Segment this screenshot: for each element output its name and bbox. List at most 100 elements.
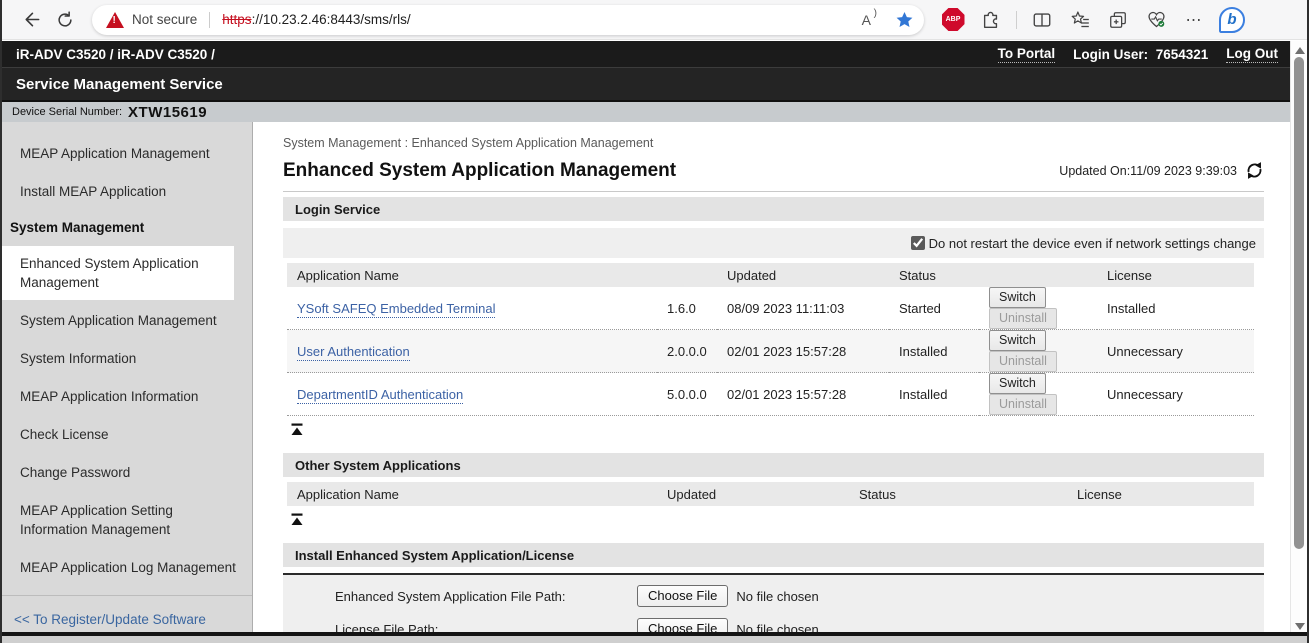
toolbar-extension-icons: ABP ⋯ b <box>938 5 1247 35</box>
address-bar[interactable]: Not secure https://10.23.2.46:8443/sms/r… <box>92 5 924 35</box>
table-row: User Authentication 2.0.0.0 02/01 2023 1… <box>287 330 1254 373</box>
uninstall-button[interactable]: Uninstall <box>989 351 1057 372</box>
app-updated: 02/01 2023 15:57:28 <box>717 373 889 416</box>
table-row: DepartmentID Authentication 5.0.0.0 02/0… <box>287 373 1254 416</box>
divider <box>1016 11 1017 29</box>
logout-link[interactable]: Log Out <box>1226 46 1278 63</box>
collections-icon[interactable] <box>1103 5 1133 35</box>
column-license: License <box>1067 482 1254 506</box>
sidebar-item-system-information[interactable]: System Information <box>2 341 252 376</box>
column-actions <box>979 263 1097 287</box>
favorites-icon[interactable] <box>1065 5 1095 35</box>
do-not-restart-label: Do not restart the device even if networ… <box>929 236 1256 251</box>
title-divider <box>283 191 1264 192</box>
column-updated: Updated <box>657 482 849 506</box>
refresh-icon[interactable] <box>48 3 82 37</box>
read-aloud-icon[interactable]: A <box>862 12 877 28</box>
app-status: Installed <box>889 330 979 373</box>
back-icon[interactable] <box>14 3 48 37</box>
updated-on-label: Updated On:11/09 2023 9:39:03 <box>1059 164 1237 178</box>
adblock-icon[interactable]: ABP <box>938 5 968 35</box>
vertical-scrollbar <box>1290 41 1307 636</box>
favorite-star-icon[interactable] <box>895 10 914 29</box>
switch-button[interactable]: Switch <box>989 373 1046 394</box>
not-secure-label: Not secure <box>132 12 197 27</box>
column-version <box>657 263 717 287</box>
app-license: Unnecessary <box>1097 373 1254 416</box>
app-updated: 08/09 2023 11:11:03 <box>717 287 889 330</box>
switch-button[interactable]: Switch <box>989 330 1046 351</box>
sidebar-item-install-meap-application[interactable]: Install MEAP Application <box>2 174 252 209</box>
browser-essentials-icon[interactable] <box>1141 5 1171 35</box>
install-section-header: Install Enhanced System Application/Lice… <box>283 543 1264 567</box>
app-file-path-label: Enhanced System Application File Path: <box>335 589 637 604</box>
uninstall-button[interactable]: Uninstall <box>989 308 1057 329</box>
other-apps-table: Application Name Updated Status License <box>287 482 1254 506</box>
sidebar-item-meap-application-information[interactable]: MEAP Application Information <box>2 379 252 414</box>
login-service-table: Application Name Updated Status License … <box>287 263 1254 416</box>
not-secure-warning-icon[interactable] <box>106 12 124 28</box>
scroll-up-icon[interactable] <box>1295 47 1305 54</box>
serial-value: XTW15619 <box>128 104 207 121</box>
sidebar-item-check-license[interactable]: Check License <box>2 417 252 452</box>
back-to-top-icon[interactable] <box>291 513 303 526</box>
device-title: iR-ADV C3520 / iR-ADV C3520 / <box>16 47 215 62</box>
to-register-update-software-link[interactable]: << To Register/Update Software <box>2 608 252 631</box>
other-apps-section-header: Other System Applications <box>283 453 1264 477</box>
sidebar-section-system-management: System Management <box>2 212 252 243</box>
restart-checkbox-row: Do not restart the device even if networ… <box>283 228 1264 258</box>
sidebar-item-meap-application-log-management[interactable]: MEAP Application Log Management <box>2 550 252 585</box>
app-version: 5.0.0.0 <box>657 373 717 416</box>
url-scheme: https <box>222 12 251 27</box>
sidebar-item-change-password[interactable]: Change Password <box>2 455 252 490</box>
app-license: Unnecessary <box>1097 330 1254 373</box>
app-status: Installed <box>889 373 979 416</box>
extensions-icon[interactable] <box>976 5 1006 35</box>
do-not-restart-checkbox[interactable] <box>911 236 925 250</box>
column-application-name: Application Name <box>287 482 657 506</box>
column-application-name: Application Name <box>287 263 657 287</box>
scroll-down-icon[interactable] <box>1295 623 1305 630</box>
back-to-top-icon[interactable] <box>291 423 303 436</box>
bing-chat-icon[interactable]: b <box>1217 5 1247 35</box>
breadcrumb: System Management : Enhanced System Appl… <box>283 136 1264 150</box>
app-link-user-authentication[interactable]: User Authentication <box>297 344 410 361</box>
serial-label: Device Serial Number: <box>12 106 122 118</box>
main-content: System Management : Enhanced System Appl… <box>253 122 1294 643</box>
to-portal-link[interactable]: To Portal <box>998 46 1056 63</box>
settings-more-icon[interactable]: ⋯ <box>1179 5 1209 35</box>
table-header-row: Application Name Updated Status License <box>287 482 1254 506</box>
service-title-bar: Service Management Service <box>2 67 1292 100</box>
switch-button[interactable]: Switch <box>989 287 1046 308</box>
page-refresh-icon[interactable] <box>1245 161 1264 180</box>
app-link-ysoft-safeq[interactable]: YSoft SAFEQ Embedded Terminal <box>297 301 495 318</box>
sidebar-item-system-application-management[interactable]: System Application Management <box>2 303 252 338</box>
sidebar-nav: MEAP Application Management Install MEAP… <box>2 122 253 636</box>
column-actions <box>999 482 1067 506</box>
url-text[interactable]: https://10.23.2.46:8443/sms/rls/ <box>222 12 410 27</box>
app-file-status: No file chosen <box>736 589 818 604</box>
device-header-bar: iR-ADV C3520 / iR-ADV C3520 / To Portal … <box>2 41 1292 67</box>
url-rest: ://10.23.2.46:8443/sms/rls/ <box>252 12 411 27</box>
choose-file-button-app[interactable]: Choose File <box>637 585 728 607</box>
app-link-departmentid-authentication[interactable]: DepartmentID Authentication <box>297 387 463 404</box>
column-status: Status <box>889 263 979 287</box>
sidebar-item-enhanced-system-application-management[interactable]: Enhanced System Application Management <box>2 246 234 300</box>
browser-window: Not secure https://10.23.2.46:8443/sms/r… <box>0 0 1309 643</box>
app-updated: 02/01 2023 15:57:28 <box>717 330 889 373</box>
sidebar-item-meap-application-management[interactable]: MEAP Application Management <box>2 136 252 171</box>
column-updated: Updated <box>717 263 889 287</box>
serial-number-bar: Device Serial Number: XTW15619 <box>2 100 1292 122</box>
divider <box>209 12 210 28</box>
service-title: Service Management Service <box>16 76 223 93</box>
sidebar-item-meap-application-setting-information-management[interactable]: MEAP Application Setting Information Man… <box>2 493 227 547</box>
column-license: License <box>1097 263 1254 287</box>
window-bottom-border <box>2 632 1307 636</box>
login-service-section-header: Login Service <box>283 197 1264 221</box>
scrollbar-thumb[interactable] <box>1294 57 1304 549</box>
uninstall-button[interactable]: Uninstall <box>989 394 1057 415</box>
app-version: 1.6.0 <box>657 287 717 330</box>
browser-toolbar: Not secure https://10.23.2.46:8443/sms/r… <box>2 0 1307 40</box>
app-status: Started <box>889 287 979 330</box>
split-screen-icon[interactable] <box>1027 5 1057 35</box>
